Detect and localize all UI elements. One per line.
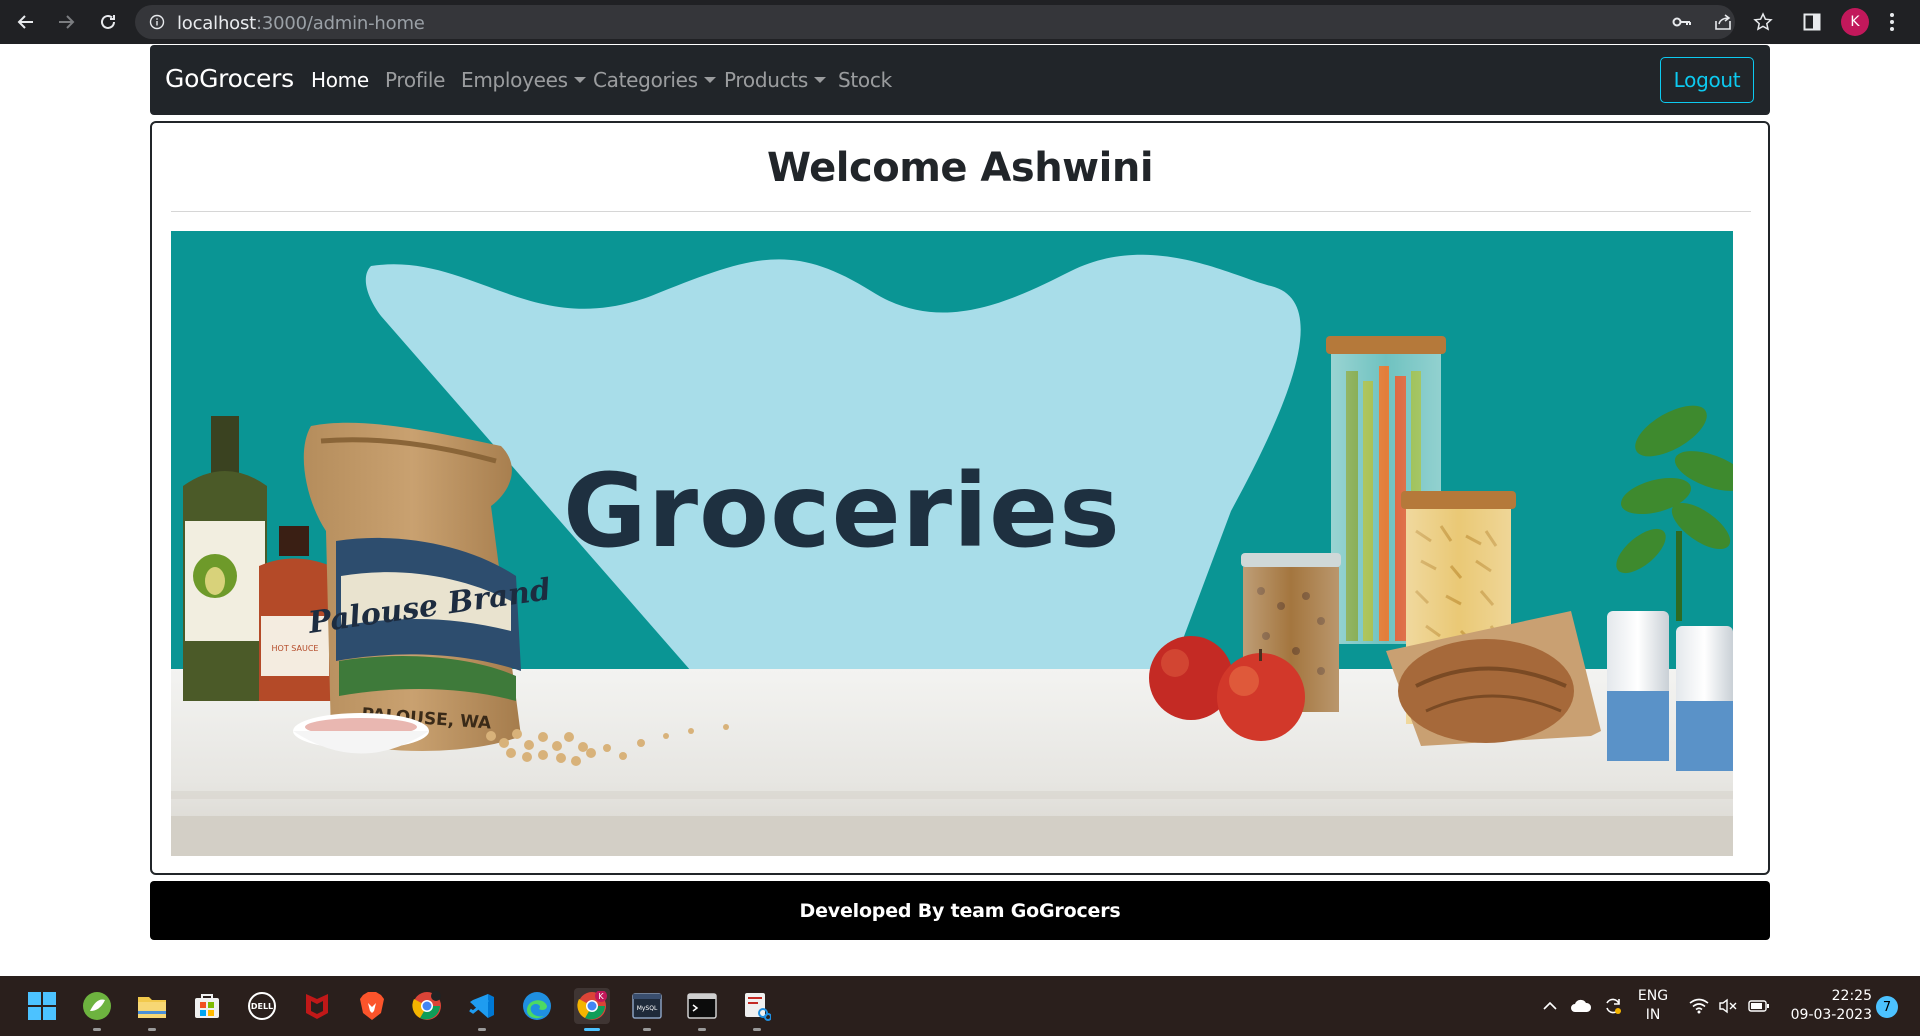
language-region: IN [1645, 1007, 1661, 1023]
clock-time: 22:25 [1831, 988, 1872, 1004]
nav-categories-label: Categories [593, 68, 698, 92]
brave-icon[interactable] [354, 988, 390, 1024]
logout-button[interactable]: Logout [1660, 57, 1754, 103]
microsoft-store-icon[interactable] [189, 988, 225, 1024]
nav-products-dropdown[interactable]: Products [724, 68, 826, 92]
caret-down-icon [573, 77, 586, 83]
sync-icon[interactable] [1598, 976, 1628, 1036]
address-bar[interactable]: localhost:3000/admin-home [135, 5, 1735, 39]
volume-muted-icon[interactable] [1714, 976, 1742, 1036]
nav-home-label: Home [311, 68, 369, 92]
caret-down-icon [703, 77, 716, 83]
footer-text: Developed By team GoGrocers [799, 899, 1121, 922]
site-info-icon[interactable] [149, 14, 165, 30]
groceries-banner-image: Groceries HOT SAUCE Palouse Brand PALOUS… [171, 231, 1733, 856]
running-indicator [148, 1028, 156, 1031]
nav-profile[interactable]: Profile [385, 68, 445, 92]
navbar-brand[interactable]: GoGrocers [165, 64, 294, 93]
svg-text:K: K [598, 992, 604, 1001]
wifi-icon[interactable] [1685, 976, 1713, 1036]
system-clock[interactable]: 22:25 09-03-2023 [1778, 987, 1872, 1025]
battery-icon[interactable] [1745, 976, 1773, 1036]
share-icon[interactable] [1711, 10, 1735, 34]
show-hidden-icons-chevron-icon[interactable] [1538, 976, 1562, 1036]
url-path: :3000/admin-home [256, 13, 425, 34]
menu-kebab-icon[interactable] [1880, 10, 1904, 34]
windows-start-icon[interactable] [24, 988, 60, 1024]
reload-icon[interactable] [96, 10, 120, 34]
dell-icon[interactable]: DELL [244, 988, 280, 1024]
onedrive-cloud-icon[interactable] [1566, 976, 1596, 1036]
active-indicator [584, 1028, 600, 1031]
sauce-label: HOT SAUCE [272, 644, 319, 653]
running-indicator [698, 1028, 706, 1031]
nav-employees-dropdown[interactable]: Employees [461, 68, 586, 92]
nav-products-label: Products [724, 68, 808, 92]
back-icon[interactable] [14, 10, 38, 34]
nav-stock-label: Stock [838, 68, 892, 92]
app-navbar: GoGrocers Home Profile Employees Categor… [150, 45, 1770, 115]
edge-icon[interactable] [519, 988, 555, 1024]
mcafee-icon[interactable] [299, 988, 335, 1024]
url-host: localhost [177, 13, 256, 34]
language-code: ENG [1637, 988, 1669, 1004]
running-indicator [643, 1028, 651, 1031]
clock-date: 09-03-2023 [1790, 1007, 1872, 1023]
terminal-icon[interactable] [684, 988, 720, 1031]
chrome-profile-icon[interactable]: K [574, 988, 610, 1031]
svg-text:DELL: DELL [251, 1002, 273, 1011]
bookmark-star-icon[interactable] [1751, 10, 1775, 34]
welcome-heading: Welcome Ashwini [766, 145, 1154, 191]
banner-title: Groceries [563, 452, 1121, 571]
running-indicator [478, 1028, 486, 1031]
nav-profile-label: Profile [385, 68, 446, 92]
caret-down-icon [813, 77, 826, 83]
notification-badge[interactable]: 7 [1876, 996, 1898, 1018]
language-indicator[interactable]: ENG IN [1630, 987, 1676, 1025]
nav-employees-label: Employees [461, 68, 568, 92]
running-indicator [93, 1028, 101, 1031]
spring-tool-icon[interactable] [79, 988, 115, 1031]
nav-categories-dropdown[interactable]: Categories [593, 68, 716, 92]
vscode-icon[interactable] [464, 988, 500, 1031]
divider [171, 211, 1751, 212]
svg-text:MySQL: MySQL [637, 1005, 658, 1012]
profile-avatar[interactable]: K [1841, 8, 1869, 36]
nav-home[interactable]: Home [311, 68, 369, 92]
side-panel-icon[interactable] [1800, 10, 1824, 34]
snipping-tool-icon[interactable] [739, 988, 775, 1031]
running-indicator [753, 1028, 761, 1031]
chrome-icon[interactable] [409, 988, 445, 1024]
file-explorer-icon[interactable] [134, 988, 170, 1031]
url-text[interactable]: localhost:3000/admin-home [177, 13, 425, 34]
browser-toolbar: localhost:3000/admin-home K [0, 0, 1920, 44]
key-icon[interactable] [1670, 10, 1694, 34]
windows-taskbar: DELL K MySQL ENG IN 22:25 09-03-2023 [0, 976, 1920, 1036]
mysql-workbench-icon[interactable]: MySQL [629, 988, 665, 1031]
forward-icon[interactable] [54, 10, 78, 34]
main-card: Welcome Ashwini Groceries HOT SAUCE Palo… [150, 121, 1770, 875]
footer: Developed By team GoGrocers [150, 881, 1770, 940]
nav-stock[interactable]: Stock [838, 68, 892, 92]
